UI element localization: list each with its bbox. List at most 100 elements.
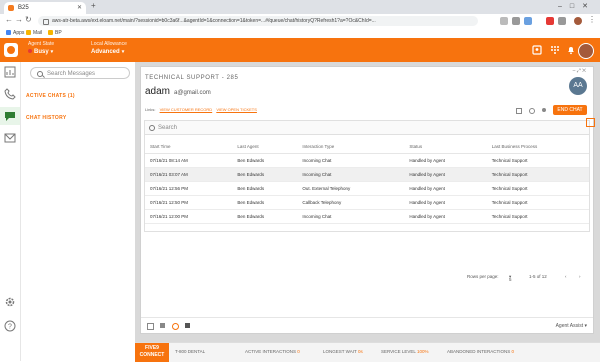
extension-icon[interactable] <box>546 17 554 25</box>
next-page-icon[interactable]: › <box>579 274 581 279</box>
table-pagination: Rows per page: 5 ▾ 1-5 of 12 ‹ › <box>145 271 589 283</box>
forward-icon[interactable]: → <box>15 15 23 24</box>
view-open-tickets-link[interactable]: VIEW OPEN TICKETS <box>216 107 257 112</box>
folder-icon <box>26 30 31 35</box>
extension-icon[interactable] <box>524 17 532 25</box>
card-window-controls[interactable]: – ⤢ ✕ <box>573 68 586 74</box>
table-cell: Handled by Agent <box>404 209 487 224</box>
view-icon[interactable] <box>542 108 546 112</box>
table-cell: Ben Edwards <box>232 195 298 210</box>
help-icon[interactable]: ? <box>4 320 16 332</box>
view-customer-record-link[interactable]: VIEW CUSTOMER RECORD <box>160 107 213 112</box>
chat-history-link[interactable]: CHAT HISTORY <box>26 115 66 121</box>
transfer-icon[interactable] <box>516 108 522 114</box>
extension-icon[interactable] <box>558 17 566 25</box>
longest-wait-stat: LONGEST WAIT 0s <box>323 349 363 354</box>
dialpad-icon[interactable] <box>550 45 560 55</box>
url-field[interactable]: aws-atr-beta.aws/ext.eloam.net/main/?ses… <box>38 16 478 26</box>
table-row[interactable]: 07/16/21 12:56 PM Ben Edwards Out. Exter… <box>145 181 589 196</box>
card-title: TECHNICAL SUPPORT - 285 <box>145 75 239 81</box>
table-cell: Incoming Chat <box>297 153 405 168</box>
table-cell: Technical Support <box>486 167 589 182</box>
table-cell: Technical Support <box>486 195 589 210</box>
bookmark-mail[interactable]: Mail <box>26 28 42 38</box>
profile-icon[interactable] <box>574 17 582 25</box>
bookmarks-bar: Apps Mail BP <box>0 28 600 38</box>
bookmark-apps[interactable]: Apps <box>6 28 24 38</box>
rows-per-page-select[interactable]: 5 ▾ <box>509 274 512 282</box>
app-logo <box>4 43 18 57</box>
extension-icon[interactable] <box>500 17 508 25</box>
column-header[interactable]: Last Business Process <box>486 139 589 154</box>
column-header[interactable]: Interaction Type <box>297 139 405 154</box>
bell-icon[interactable] <box>566 45 576 55</box>
prev-page-icon[interactable]: ‹ <box>565 274 567 279</box>
table-cell: Callback Telephony <box>297 195 405 210</box>
contact-avatar: AA <box>569 77 587 95</box>
brand-logo: FIVE9 CONNECT <box>135 343 169 362</box>
contacts-icon[interactable] <box>532 45 542 55</box>
gear-icon[interactable] <box>4 296 16 308</box>
back-icon[interactable]: ← <box>5 15 13 24</box>
search-icon <box>37 71 43 77</box>
active-chats-link[interactable]: ACTIVE CHATS (1) <box>26 93 75 99</box>
interaction-card: – ⤢ ✕ TECHNICAL SUPPORT - 285 adam a@gmai… <box>140 66 595 334</box>
table-cell: Technical Support <box>486 181 589 196</box>
table-cell: 07/16/21 03:07 AM <box>145 167 233 182</box>
search-messages-input[interactable]: Search Messages <box>30 67 130 79</box>
chevron-down-icon: ▾ <box>121 49 125 55</box>
record-icon[interactable] <box>529 108 535 114</box>
bookmark-bp[interactable]: BP <box>48 28 62 38</box>
table-cell: Incoming Chat <box>297 209 405 224</box>
new-tab-icon[interactable]: + <box>91 1 96 10</box>
history-search-input[interactable]: Search <box>145 121 589 135</box>
agent-assist-dropdown[interactable]: Agent Assist ▾ <box>556 323 587 329</box>
table-cell: Handled by Agent <box>404 167 487 182</box>
dashboard-icon[interactable] <box>4 66 16 78</box>
chat-icon[interactable] <box>4 110 16 122</box>
table-cell: Handled by Agent <box>404 181 487 196</box>
table-cell: Ben Edwards <box>232 209 298 224</box>
edit-icon[interactable] <box>586 118 595 127</box>
browser-tab[interactable]: B25 ✕ <box>4 2 86 14</box>
transcript-icon[interactable] <box>160 323 165 328</box>
allowance-dropdown[interactable]: Advanced ▾ <box>91 49 124 55</box>
folder-icon <box>48 30 53 35</box>
reload-icon[interactable]: ↻ <box>25 15 32 24</box>
card-footer: Agent Assist ▾ <box>141 317 593 334</box>
table-cell: Ben Edwards <box>232 167 298 182</box>
table-row[interactable]: 07/16/21 08:14 AM Ben Edwards Incoming C… <box>145 153 589 168</box>
address-bar-row: ← → ↻ aws-atr-beta.aws/ext.eloam.net/mai… <box>0 14 600 29</box>
mail-icon[interactable] <box>4 132 16 144</box>
table-cell: 07/16/21 12:56 PM <box>145 181 233 196</box>
column-header[interactable]: Start Time <box>145 139 233 154</box>
contact-name: adam a@gmail.com <box>145 86 211 97</box>
attach-icon[interactable] <box>147 323 154 330</box>
links-row: Links: VIEW CUSTOMER RECORD VIEW OPEN TI… <box>145 107 257 112</box>
chevron-down-icon: ▾ <box>50 49 54 55</box>
table-row[interactable]: 07/16/21 12:00 PM Ben Edwards Incoming C… <box>145 209 589 224</box>
table-cell: Technical Support <box>486 153 589 168</box>
agent-state-dropdown[interactable]: Busy ▾ <box>28 49 53 55</box>
table-cell: Out. External Telephony <box>297 181 405 196</box>
extension-icon[interactable] <box>512 17 520 25</box>
table-cell: Ben Edwards <box>232 181 298 196</box>
window-controls[interactable]: –□✕ <box>558 2 596 10</box>
column-header[interactable]: Last Agent <box>232 139 298 154</box>
phone-icon[interactable] <box>4 88 16 100</box>
table-row[interactable]: 07/16/21 12:50 PM Ben Edwards Callback T… <box>145 195 589 210</box>
pause-icon[interactable] <box>185 323 190 328</box>
end-chat-button[interactable]: END CHAT <box>553 105 587 115</box>
close-tab-icon[interactable]: ✕ <box>77 2 82 14</box>
apps-icon <box>6 30 11 35</box>
table-cell: Handled by Agent <box>404 153 487 168</box>
svg-text:?: ? <box>8 324 12 331</box>
contact-email: a@gmail.com <box>174 90 211 96</box>
table-row[interactable]: 07/16/21 03:07 AM Ben Edwards Incoming C… <box>145 167 589 182</box>
clock-icon[interactable] <box>172 323 179 330</box>
table-header-row: Start Time Last Agent Interaction Type S… <box>145 139 589 154</box>
column-header[interactable]: Status <box>404 139 487 154</box>
user-avatar[interactable] <box>578 43 594 59</box>
menu-icon[interactable]: ⋮ <box>588 15 596 24</box>
history-table-panel: Search Start Time Last Agent Interaction… <box>144 118 595 282</box>
